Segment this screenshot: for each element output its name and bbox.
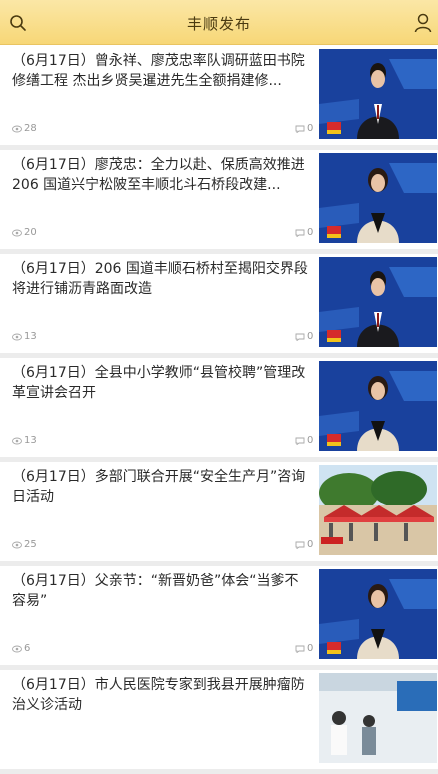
comment-count: 0 — [295, 539, 313, 550]
news-item[interactable]: （6月17日）廖茂忠：全力以赴、保质高效推进 206 国道兴宁松陂至丰顺北斗石桥… — [0, 150, 438, 254]
news-headline[interactable]: （6月17日）全县中小学教师“县管校聘”管理改革宣讲会召开 — [12, 363, 310, 403]
view-count: 28 — [12, 123, 37, 134]
comment-count: 0 — [295, 331, 313, 342]
view-count: 20 — [12, 227, 37, 238]
view-count-value: 13 — [24, 331, 37, 342]
news-thumbnail[interactable] — [319, 465, 437, 555]
comment-icon — [295, 437, 305, 445]
view-count-value: 13 — [24, 435, 37, 446]
news-thumbnail[interactable] — [319, 49, 437, 139]
news-thumbnail[interactable] — [319, 673, 437, 763]
view-count-value: 25 — [24, 539, 37, 550]
comment-count: 0 — [295, 227, 313, 238]
news-item[interactable]: （6月17日）父亲节：“新晋奶爸”体会“当爹不容易” 6 0 — [0, 566, 438, 670]
comment-icon — [295, 645, 305, 653]
view-count: 6 — [12, 643, 30, 654]
eye-icon — [12, 229, 22, 236]
comment-count: 0 — [295, 435, 313, 446]
news-item[interactable]: （6月17日）206 国道丰顺石桥村至揭阳交界段将进行铺沥青路面改造 13 0 — [0, 254, 438, 358]
news-thumbnail[interactable] — [319, 257, 437, 347]
view-count: 13 — [12, 331, 37, 342]
comment-count: 0 — [295, 643, 313, 654]
comment-count: 0 — [295, 123, 313, 134]
news-item[interactable]: （6月17日）多部门联合开展“安全生产月”咨询日活动 25 0 — [0, 462, 438, 566]
comment-icon — [295, 229, 305, 237]
news-thumbnail[interactable] — [319, 569, 437, 659]
eye-icon — [12, 645, 22, 652]
eye-icon — [12, 437, 22, 444]
user-icon[interactable] — [414, 13, 432, 33]
eye-icon — [12, 125, 22, 132]
news-headline[interactable]: （6月17日）父亲节：“新晋奶爸”体会“当爹不容易” — [12, 571, 310, 611]
comment-icon — [295, 541, 305, 549]
news-headline[interactable]: （6月17日）曾永祥、廖茂忠率队调研蓝田书院修缮工程 杰出乡贤吴暹进先生全额捐建… — [12, 51, 310, 91]
comment-count-value: 0 — [307, 539, 314, 550]
eye-icon — [12, 333, 22, 340]
top-bar: 丰顺发布 — [0, 0, 438, 45]
news-headline[interactable]: （6月17日）廖茂忠：全力以赴、保质高效推进 206 国道兴宁松陂至丰顺北斗石桥… — [12, 155, 310, 195]
view-count: 25 — [12, 539, 37, 550]
news-headline[interactable]: （6月17日）206 国道丰顺石桥村至揭阳交界段将进行铺沥青路面改造 — [12, 259, 310, 299]
news-list: （6月17日）曾永祥、廖茂忠率队调研蓝田书院修缮工程 杰出乡贤吴暹进先生全额捐建… — [0, 46, 438, 774]
comment-icon — [295, 333, 305, 341]
comment-count-value: 0 — [307, 435, 314, 446]
view-count-value: 20 — [24, 227, 37, 238]
news-thumbnail[interactable] — [319, 153, 437, 243]
view-count: 13 — [12, 435, 37, 446]
news-headline[interactable]: （6月17日）多部门联合开展“安全生产月”咨询日活动 — [12, 467, 310, 507]
news-item[interactable]: （6月17日）全县中小学教师“县管校聘”管理改革宣讲会召开 13 0 — [0, 358, 438, 462]
eye-icon — [12, 541, 22, 548]
comment-count-value: 0 — [307, 123, 314, 134]
news-item[interactable]: （6月17日）曾永祥、廖茂忠率队调研蓝田书院修缮工程 杰出乡贤吴暹进先生全额捐建… — [0, 46, 438, 150]
news-thumbnail[interactable] — [319, 361, 437, 451]
comment-icon — [295, 125, 305, 133]
comment-count-value: 0 — [307, 643, 314, 654]
comment-count-value: 0 — [307, 331, 314, 342]
news-item[interactable]: （6月17日）市人民医院专家到我县开展肿瘤防治义诊活动 — [0, 670, 438, 774]
view-count-value: 28 — [24, 123, 37, 134]
news-headline[interactable]: （6月17日）市人民医院专家到我县开展肿瘤防治义诊活动 — [12, 675, 310, 715]
page-title: 丰顺发布 — [186, 15, 251, 33]
comment-count-value: 0 — [307, 227, 314, 238]
view-count-value: 6 — [24, 643, 31, 654]
